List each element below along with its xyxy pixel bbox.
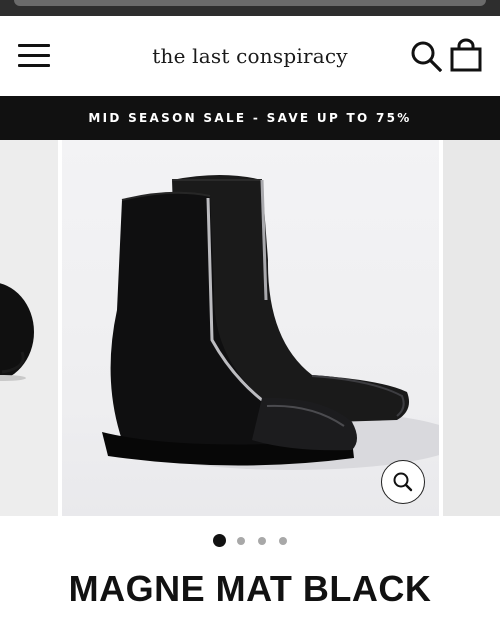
hat-image [0, 283, 34, 381]
search-button[interactable] [410, 40, 443, 73]
hamburger-menu-icon [18, 64, 50, 67]
gallery-pagination [0, 534, 500, 548]
boot-image [102, 175, 462, 470]
zoom-button[interactable] [381, 460, 425, 504]
product-gallery[interactable] [0, 140, 500, 516]
gallery-slide-next[interactable] [443, 140, 500, 516]
gallery-slide-previous[interactable] [0, 140, 58, 516]
cart-button[interactable] [450, 38, 482, 72]
search-icon [411, 41, 443, 73]
menu-button[interactable] [18, 42, 52, 70]
shopping-bag-icon [450, 38, 482, 72]
gallery-dot-3[interactable] [258, 537, 266, 545]
browser-address-pill [14, 0, 486, 6]
gallery-dot-1[interactable] [213, 534, 226, 547]
gallery-dot-4[interactable] [279, 537, 287, 545]
product-title: MAGNE MAT BLACK [68, 568, 432, 609]
site-header: the last conspiracy [0, 16, 500, 96]
browser-top-bar [0, 0, 500, 16]
hamburger-menu-icon [18, 54, 50, 57]
zoom-in-icon [393, 472, 413, 492]
store-logo[interactable]: the last conspiracy [110, 44, 390, 68]
gallery-slide-current[interactable] [62, 140, 462, 516]
hamburger-menu-icon [18, 44, 50, 47]
promo-banner[interactable]: MID SEASON SALE - SAVE UP TO 75% [0, 96, 500, 140]
gallery-dot-2[interactable] [237, 537, 245, 545]
promo-text: MID SEASON SALE - SAVE UP TO 75% [88, 111, 412, 125]
